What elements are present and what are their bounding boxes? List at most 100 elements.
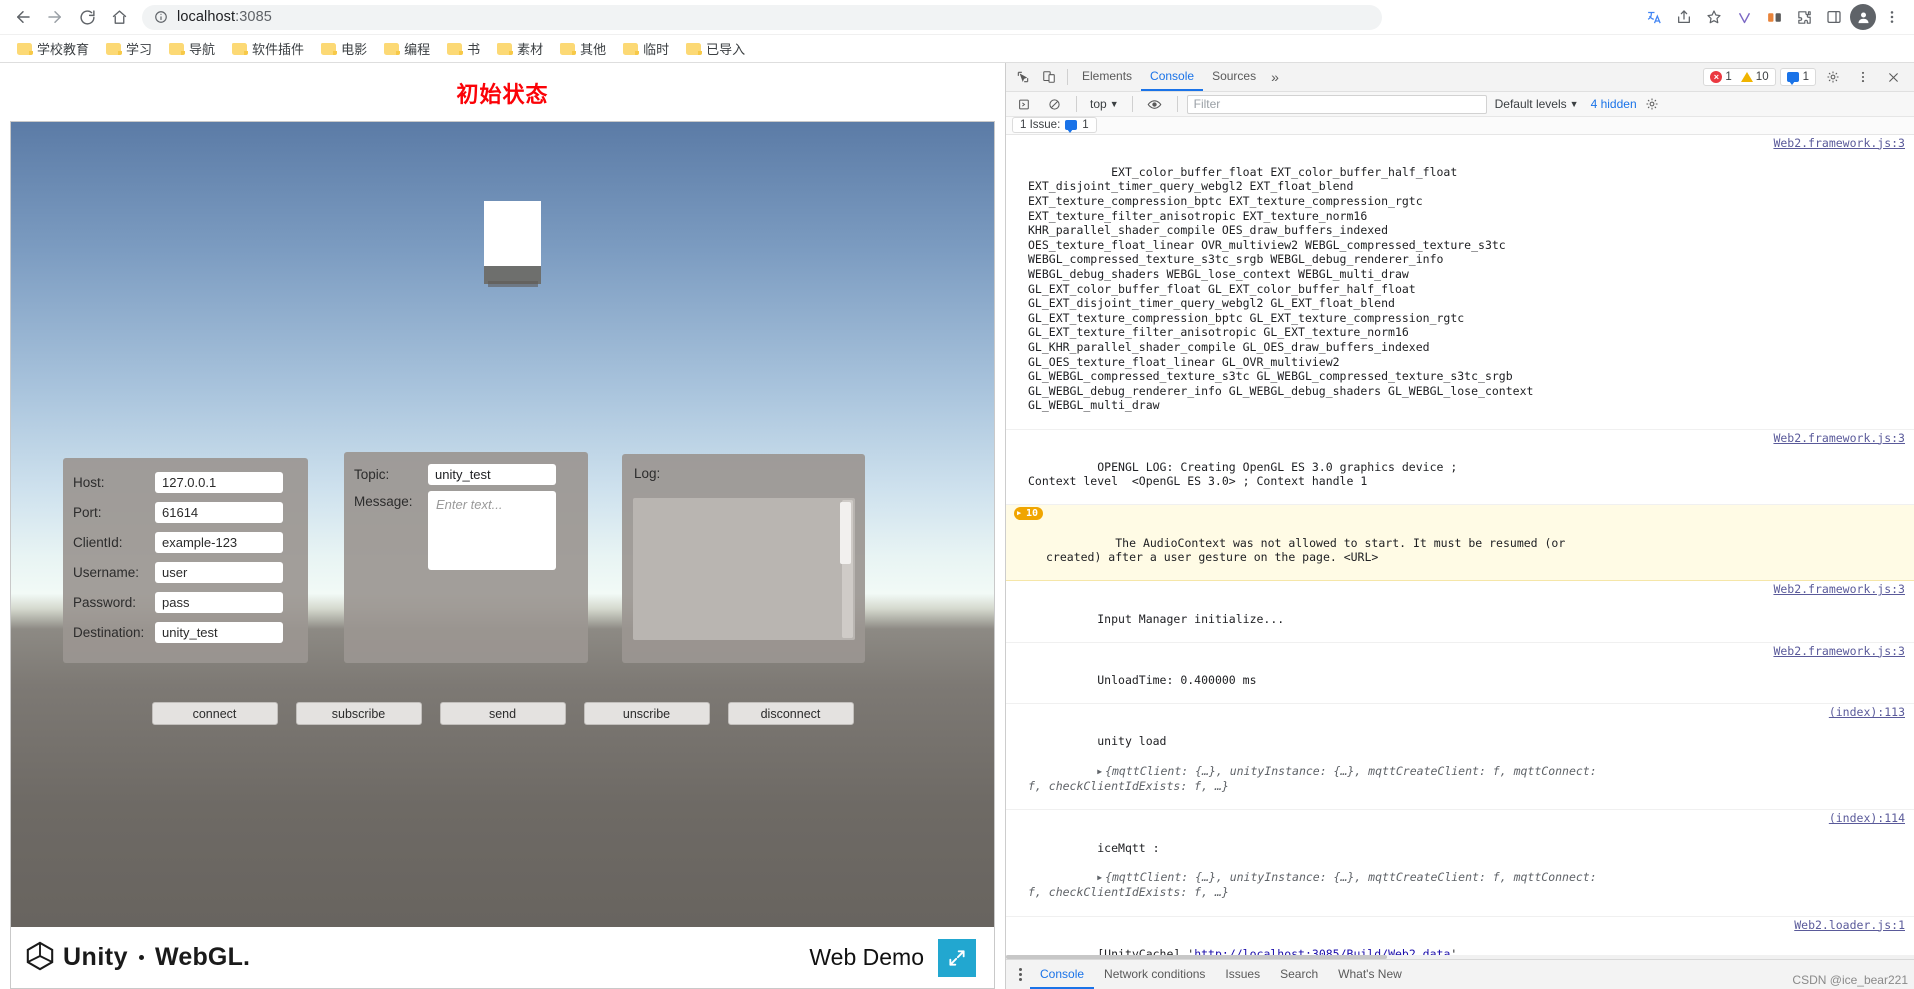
no-entry-icon[interactable] bbox=[1041, 92, 1067, 116]
console-source-link[interactable]: Web2.framework.js:3 bbox=[1773, 582, 1905, 597]
username-input[interactable]: user bbox=[155, 562, 283, 583]
bookmark-item[interactable]: 其他 bbox=[553, 36, 613, 61]
drawer-tab-issues[interactable]: Issues bbox=[1215, 961, 1270, 989]
profile-avatar-icon[interactable] bbox=[1850, 4, 1876, 30]
expand-triangle-icon[interactable]: ▶ bbox=[1097, 765, 1102, 780]
bookmark-item[interactable]: 电影 bbox=[314, 36, 374, 61]
browser-menu-icon[interactable] bbox=[1878, 3, 1906, 31]
tab-elements[interactable]: Elements bbox=[1073, 63, 1141, 91]
drawer-tab-search[interactable]: Search bbox=[1270, 961, 1328, 989]
home-button[interactable] bbox=[104, 2, 134, 32]
password-input[interactable]: pass bbox=[155, 592, 283, 613]
issues-bar[interactable]: 1 Issue: 1 bbox=[1006, 117, 1914, 135]
drawer-tab-console[interactable]: Console bbox=[1030, 961, 1094, 989]
console-entry-object[interactable]: (index):113 unity load ▶{mqttClient: {…}… bbox=[1006, 704, 1914, 810]
log-scrollbar-thumb[interactable] bbox=[840, 502, 851, 564]
hidden-messages-count[interactable]: 4 hidden bbox=[1587, 97, 1641, 111]
issue-counts[interactable]: ×1 10 bbox=[1703, 68, 1775, 86]
clientid-input[interactable]: example-123 bbox=[155, 532, 283, 553]
live-expression-icon[interactable] bbox=[1142, 92, 1168, 116]
filter-input[interactable]: Filter bbox=[1187, 95, 1487, 114]
folder-icon bbox=[321, 42, 336, 55]
bookmark-item[interactable]: 导航 bbox=[162, 36, 222, 61]
expand-triangle-icon[interactable]: ▶ bbox=[1097, 871, 1102, 886]
close-icon[interactable] bbox=[1880, 65, 1906, 89]
drawer-tab-network-conditions[interactable]: Network conditions bbox=[1094, 961, 1215, 989]
message-panel: Topic: unity_test Message: Enter text... bbox=[344, 452, 588, 663]
warning-repeat-count[interactable]: 10 bbox=[1014, 507, 1043, 520]
forward-button[interactable] bbox=[40, 2, 70, 32]
bookmark-item[interactable]: 书 bbox=[440, 36, 487, 61]
address-bar[interactable]: localhost:3085 bbox=[142, 5, 1382, 30]
drawer-tab-whats-new[interactable]: What's New bbox=[1328, 961, 1412, 989]
more-tabs-icon[interactable]: » bbox=[1265, 69, 1285, 85]
bookmark-item[interactable]: 学校教育 bbox=[10, 36, 96, 61]
console-source-link[interactable]: (index):113 bbox=[1829, 705, 1905, 720]
site-info-icon[interactable] bbox=[154, 10, 168, 24]
console-log-list[interactable]: Web2.framework.js:3 EXT_color_buffer_flo… bbox=[1006, 135, 1914, 959]
share-icon[interactable] bbox=[1670, 3, 1698, 31]
bookmark-item[interactable]: 临时 bbox=[616, 36, 676, 61]
issues-chip[interactable]: 1 Issue: 1 bbox=[1012, 117, 1097, 133]
port-input[interactable]: 61614 bbox=[155, 502, 283, 523]
v-extension-icon[interactable] bbox=[1730, 3, 1758, 31]
console-horizontal-scrollbar[interactable] bbox=[1006, 955, 1914, 959]
console-entry[interactable]: Web2.framework.js:3 Input Manager initia… bbox=[1006, 581, 1914, 642]
connect-button[interactable]: connect bbox=[152, 702, 278, 725]
star-icon[interactable] bbox=[1700, 3, 1728, 31]
console-source-link[interactable]: (index):114 bbox=[1829, 811, 1905, 826]
message-count-badge[interactable]: 1 bbox=[1780, 68, 1816, 86]
console-entry-warning[interactable]: 10 The AudioContext was not allowed to s… bbox=[1006, 505, 1914, 581]
console-settings-icon[interactable] bbox=[1645, 97, 1659, 111]
unity-canvas[interactable]: Host: 127.0.0.1 Port: 61614 ClientId: ex… bbox=[11, 122, 994, 927]
back-button[interactable] bbox=[8, 2, 38, 32]
bookmark-item[interactable]: 已导入 bbox=[679, 36, 752, 61]
subscribe-button[interactable]: subscribe bbox=[296, 702, 422, 725]
bookmark-item[interactable]: 软件插件 bbox=[225, 36, 311, 61]
log-output[interactable] bbox=[633, 498, 855, 640]
gear-icon[interactable] bbox=[1820, 65, 1846, 89]
console-entry-title: unity load bbox=[1097, 734, 1166, 748]
topic-input[interactable]: unity_test bbox=[428, 464, 556, 485]
log-levels-select[interactable]: Default levels▼ bbox=[1491, 97, 1583, 111]
bookmark-item[interactable]: 素材 bbox=[490, 36, 550, 61]
scrollbar-thumb[interactable] bbox=[1006, 955, 1387, 959]
console-source-link[interactable]: Web2.framework.js:3 bbox=[1773, 431, 1905, 446]
device-toolbar-icon[interactable] bbox=[1036, 65, 1062, 89]
fullscreen-button[interactable] bbox=[938, 939, 976, 977]
bookmark-item[interactable]: 学习 bbox=[99, 36, 159, 61]
reload-button[interactable] bbox=[72, 2, 102, 32]
console-source-link[interactable]: Web2.loader.js:1 bbox=[1794, 918, 1905, 933]
error-count-badge[interactable]: ×1 bbox=[1710, 71, 1731, 83]
log-scrollbar-track[interactable] bbox=[842, 500, 853, 638]
disconnect-button[interactable]: disconnect bbox=[728, 702, 854, 725]
tab-console[interactable]: Console bbox=[1141, 63, 1203, 91]
execution-context-select[interactable]: top▼ bbox=[1086, 97, 1123, 111]
unity-webgl-logo: Unity WebGL. bbox=[25, 941, 250, 974]
host-input[interactable]: 127.0.0.1 bbox=[155, 472, 283, 493]
message-textarea[interactable]: Enter text... bbox=[428, 491, 556, 570]
translate-icon[interactable] bbox=[1640, 3, 1668, 31]
puzzle-icon[interactable] bbox=[1790, 3, 1818, 31]
console-entry[interactable]: Web2.framework.js:3 UnloadTime: 0.400000… bbox=[1006, 643, 1914, 704]
drawer-menu-icon[interactable] bbox=[1010, 968, 1030, 981]
tab-sources[interactable]: Sources bbox=[1203, 63, 1265, 91]
bookmark-item[interactable]: 编程 bbox=[377, 36, 437, 61]
console-source-link[interactable]: Web2.framework.js:3 bbox=[1773, 644, 1905, 659]
warning-count-badge[interactable]: 10 bbox=[1741, 71, 1769, 83]
console-entry-link[interactable]: Web2.loader.js:1 [UnityCache] 'http://lo… bbox=[1006, 917, 1914, 960]
console-source-link[interactable]: Web2.framework.js:3 bbox=[1773, 136, 1905, 151]
tabs-extension-icon[interactable] bbox=[1760, 3, 1788, 31]
console-entry[interactable]: Web2.framework.js:3 EXT_color_buffer_flo… bbox=[1006, 135, 1914, 430]
web-demo-label: Web Demo bbox=[809, 944, 938, 971]
inspect-element-icon[interactable] bbox=[1010, 65, 1036, 89]
destination-input[interactable]: unity_test bbox=[155, 622, 283, 643]
devtools-menu-icon[interactable] bbox=[1850, 65, 1876, 89]
console-entry-object[interactable]: (index):114 iceMqtt : ▶{mqttClient: {…},… bbox=[1006, 810, 1914, 916]
console-entry[interactable]: Web2.framework.js:3 OPENGL LOG: Creating… bbox=[1006, 430, 1914, 506]
sidepanel-icon[interactable] bbox=[1820, 3, 1848, 31]
unscribe-button[interactable]: unscribe bbox=[584, 702, 710, 725]
clear-console-icon[interactable] bbox=[1011, 92, 1037, 116]
devtools-tabbar: Elements Console Sources » ×1 10 1 bbox=[1006, 63, 1914, 92]
send-button[interactable]: send bbox=[440, 702, 566, 725]
